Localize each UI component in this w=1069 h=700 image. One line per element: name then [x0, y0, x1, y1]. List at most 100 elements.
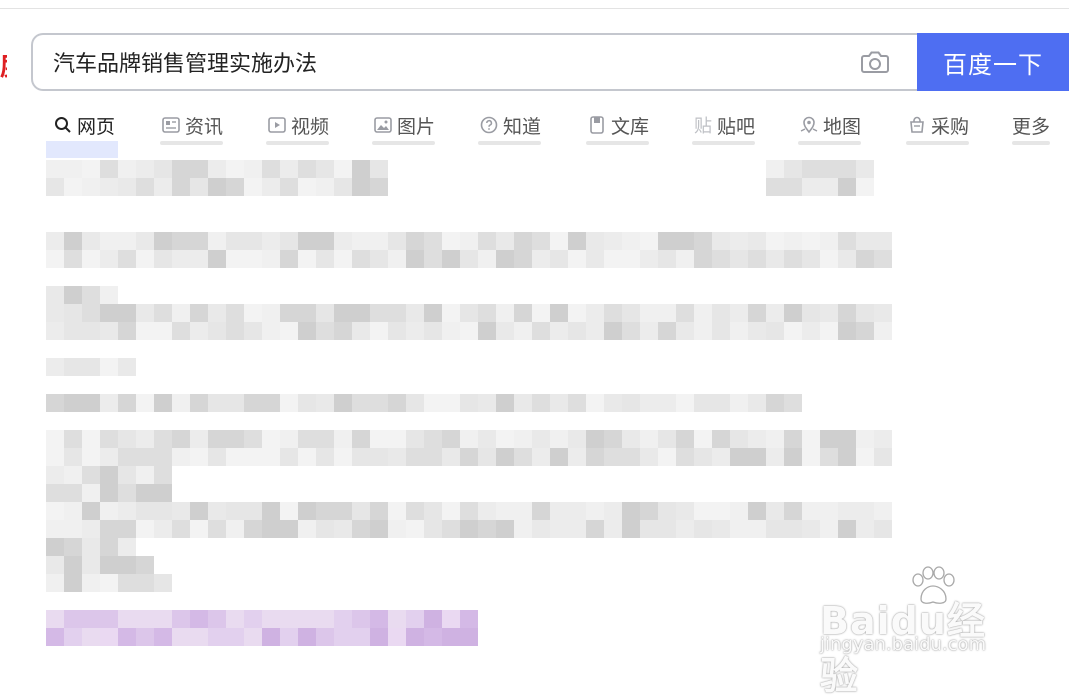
- blur-block: [694, 394, 712, 412]
- blur-block: [370, 394, 388, 412]
- blur-block: [568, 430, 586, 448]
- search-button[interactable]: 百度一下: [917, 33, 1069, 91]
- baidu-logo-fragment[interactable]: 度: [0, 52, 7, 82]
- blur-block: [64, 538, 82, 556]
- search-input[interactable]: [53, 43, 833, 81]
- blur-block: [712, 448, 730, 466]
- tab-images[interactable]: 图片: [372, 108, 436, 145]
- tab-news[interactable]: 资讯: [160, 108, 224, 145]
- blur-block: [856, 304, 874, 322]
- blur-block: [82, 520, 100, 538]
- tab-purchase[interactable]: 采购: [906, 108, 970, 145]
- blur-block: [856, 250, 874, 268]
- blur-block: [190, 160, 208, 178]
- blur-block: [604, 304, 622, 322]
- blur-block: [46, 358, 64, 376]
- blur-block: [748, 394, 766, 412]
- tab-video[interactable]: 视频: [266, 108, 330, 145]
- blur-block: [154, 250, 172, 268]
- tab-map[interactable]: 地图: [798, 108, 862, 145]
- camera-icon[interactable]: [859, 47, 891, 77]
- blur-block: [388, 232, 406, 250]
- tab-tieba[interactable]: 贴 贴吧: [692, 108, 756, 145]
- blur-block: [226, 304, 244, 322]
- blur-block: [262, 430, 280, 448]
- blur-block: [190, 610, 208, 628]
- blur-block: [280, 394, 298, 412]
- blur-block: [280, 160, 298, 178]
- blur-block: [226, 628, 244, 646]
- tab-more[interactable]: 更多: [1012, 108, 1051, 145]
- blur-block: [658, 322, 676, 340]
- blur-block: [694, 322, 712, 340]
- blur-block: [820, 448, 838, 466]
- blur-block: [442, 430, 460, 448]
- blur-block: [568, 394, 586, 412]
- blur-block: [658, 430, 676, 448]
- blur-block: [460, 448, 478, 466]
- blur-block: [154, 448, 172, 466]
- blur-block: [802, 160, 820, 178]
- blur-block: [658, 304, 676, 322]
- blur-block: [370, 502, 388, 520]
- blur-block: [136, 430, 154, 448]
- blur-block: [442, 250, 460, 268]
- blur-block: [262, 304, 280, 322]
- blur-block: [478, 304, 496, 322]
- blur-block: [784, 304, 802, 322]
- blur-block: [280, 232, 298, 250]
- blur-block: [100, 250, 118, 268]
- blur-block: [262, 448, 280, 466]
- blur-block: [550, 430, 568, 448]
- blur-block: [676, 232, 694, 250]
- blur-block: [298, 394, 316, 412]
- blur-block: [424, 520, 442, 538]
- tab-zhidao[interactable]: 知道: [478, 108, 542, 145]
- blur-block: [496, 394, 514, 412]
- tab-web[interactable]: 网页: [52, 108, 115, 142]
- blur-block: [118, 628, 136, 646]
- blur-block: [712, 250, 730, 268]
- blur-block: [478, 394, 496, 412]
- blur-block: [244, 178, 262, 196]
- blur-block: [478, 430, 496, 448]
- blur-block: [100, 232, 118, 250]
- blur-block: [856, 322, 874, 340]
- blur-block: [46, 178, 64, 196]
- blur-block: [136, 394, 154, 412]
- blur-block: [424, 628, 442, 646]
- blur-block: [406, 304, 424, 322]
- map-icon: [798, 114, 820, 136]
- blur-block: [784, 178, 802, 196]
- blur-block: [154, 574, 172, 592]
- blur-block: [820, 160, 838, 178]
- blur-block: [46, 538, 64, 556]
- blur-block: [424, 610, 442, 628]
- blur-block: [46, 286, 64, 304]
- blur-block: [208, 610, 226, 628]
- blur-block: [172, 430, 190, 448]
- blur-block: [874, 304, 892, 322]
- blur-block: [766, 232, 784, 250]
- blur-block: [298, 322, 316, 340]
- blur-block: [46, 610, 64, 628]
- blur-block: [334, 178, 352, 196]
- blur-block: [226, 178, 244, 196]
- blur-block: [226, 520, 244, 538]
- blur-block: [712, 502, 730, 520]
- tab-wenku[interactable]: 文库: [586, 108, 650, 145]
- blur-block: [748, 322, 766, 340]
- watermark: Baidu经验 jingyan.baidu.com: [812, 566, 1022, 698]
- blur-block: [298, 520, 316, 538]
- blur-block: [64, 502, 82, 520]
- blur-block: [748, 520, 766, 538]
- watermark-url: jingyan.baidu.com: [820, 634, 987, 655]
- blur-block: [244, 232, 262, 250]
- blur-block: [784, 430, 802, 448]
- blur-block: [622, 250, 640, 268]
- blur-block: [730, 430, 748, 448]
- tab-label: 网页: [77, 115, 116, 138]
- blur-block: [424, 250, 442, 268]
- blur-block: [298, 430, 316, 448]
- blur-block: [208, 448, 226, 466]
